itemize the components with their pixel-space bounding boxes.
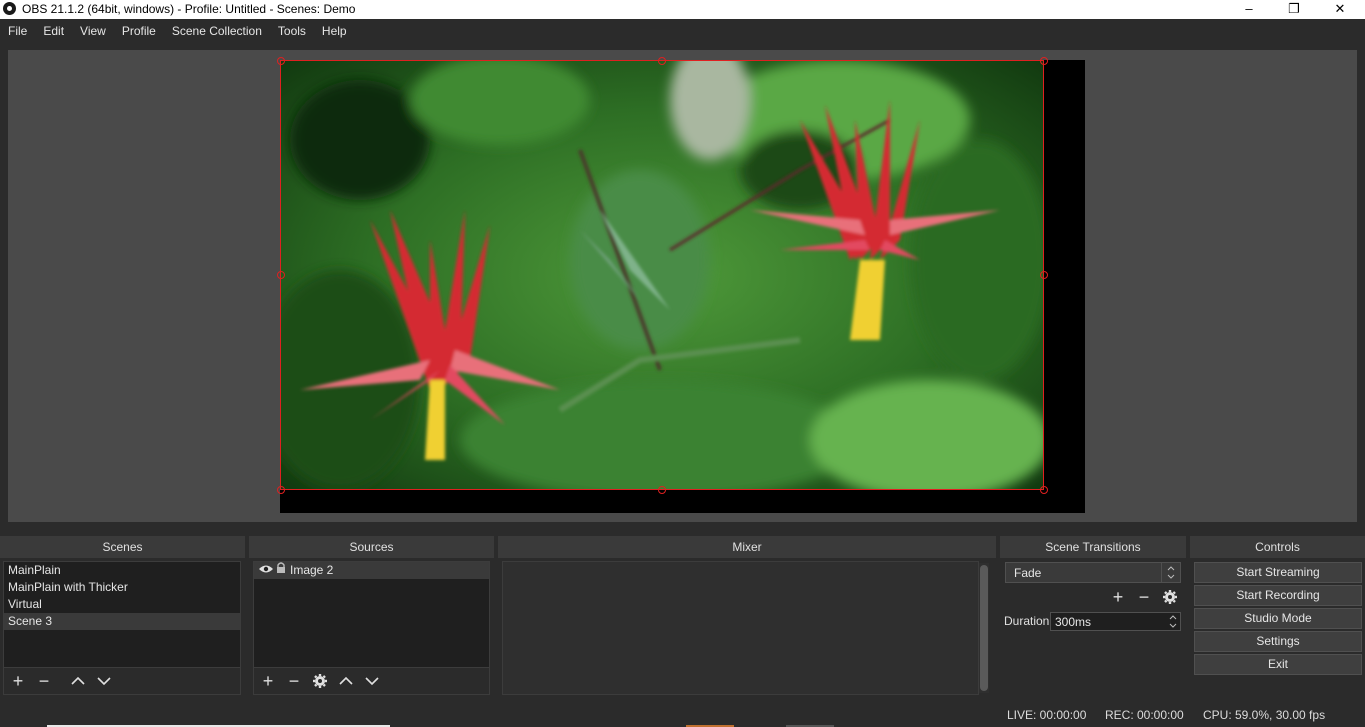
source-item-label: Image 2: [290, 563, 334, 577]
mixer-panel[interactable]: [502, 561, 979, 695]
spinner-arrows-icon[interactable]: [1166, 613, 1180, 630]
resize-handle-bottom[interactable]: [658, 486, 666, 494]
menu-view[interactable]: View: [72, 19, 114, 43]
scene-item-selected[interactable]: Scene 3: [4, 613, 240, 630]
scenes-toolbar-frame: [3, 666, 241, 695]
transition-select-value: Fade: [1014, 566, 1042, 580]
rec-status: REC: 00:00:00: [1105, 708, 1184, 722]
spinner-arrows-icon[interactable]: [1161, 563, 1180, 582]
resize-handle-top[interactable]: [658, 57, 666, 65]
resize-handle-bottom-left[interactable]: [277, 486, 285, 494]
eye-icon[interactable]: [258, 562, 276, 579]
lock-icon[interactable]: [276, 562, 290, 579]
status-bar: LIVE: 00:00:00 REC: 00:00:00 CPU: 59.0%,…: [0, 702, 1365, 727]
settings-button[interactable]: Settings: [1194, 631, 1362, 652]
mixer-scrollbar-thumb[interactable]: [980, 565, 988, 691]
menu-file[interactable]: File: [0, 19, 35, 43]
live-status: LIVE: 00:00:00: [1007, 708, 1087, 722]
mixer-scrollbar[interactable]: [979, 563, 989, 693]
menu-edit[interactable]: Edit: [35, 19, 72, 43]
controls-dock-title[interactable]: Controls: [1190, 536, 1365, 558]
resize-handle-left[interactable]: [277, 271, 285, 279]
duration-label: Duration: [1004, 614, 1050, 628]
maximize-button[interactable]: ❐: [1271, 0, 1317, 19]
sources-list[interactable]: Image 2: [253, 561, 490, 668]
scenes-list[interactable]: MainPlain MainPlain with Thicker Virtual…: [3, 561, 241, 668]
resize-handle-top-right[interactable]: [1040, 57, 1048, 65]
scene-item[interactable]: Virtual: [4, 596, 240, 613]
menu-tools[interactable]: Tools: [270, 19, 314, 43]
title-bar: OBS 21.1.2 (64bit, windows) - Profile: U…: [0, 0, 1365, 19]
minus-icon[interactable]: −: [1131, 584, 1157, 610]
duration-field[interactable]: 300ms: [1050, 612, 1181, 631]
gear-icon[interactable]: [1157, 584, 1183, 610]
cpu-status: CPU: 59.0%, 30.00 fps: [1203, 708, 1326, 722]
transitions-toolbar: + −: [1105, 584, 1183, 610]
scenes-dock-title[interactable]: Scenes: [0, 536, 245, 558]
duration-value: 300ms: [1055, 615, 1092, 629]
menu-profile[interactable]: Profile: [114, 19, 164, 43]
studio-mode-button[interactable]: Studio Mode: [1194, 608, 1362, 629]
sources-toolbar-frame: [253, 666, 490, 695]
scene-item[interactable]: MainPlain with Thicker: [4, 579, 240, 596]
plus-icon[interactable]: +: [1105, 584, 1131, 610]
resize-handle-bottom-right[interactable]: [1040, 486, 1048, 494]
menu-help[interactable]: Help: [314, 19, 355, 43]
window-title: OBS 21.1.2 (64bit, windows) - Profile: U…: [22, 2, 356, 16]
scene-item[interactable]: MainPlain: [4, 562, 240, 579]
resize-handle-right[interactable]: [1040, 271, 1048, 279]
mixer-dock-title[interactable]: Mixer: [498, 536, 996, 558]
start-streaming-button[interactable]: Start Streaming: [1194, 562, 1362, 583]
source-selection-box[interactable]: [280, 60, 1044, 490]
close-button[interactable]: ✕: [1317, 0, 1363, 19]
resize-handle-top-left[interactable]: [277, 57, 285, 65]
sources-dock-title[interactable]: Sources: [249, 536, 494, 558]
obs-logo-icon: [3, 2, 16, 15]
menu-bar: File Edit View Profile Scene Collection …: [0, 19, 1365, 43]
minimize-button[interactable]: –: [1226, 0, 1272, 19]
start-recording-button[interactable]: Start Recording: [1194, 585, 1362, 606]
transitions-dock-title[interactable]: Scene Transitions: [1000, 536, 1186, 558]
menu-scene-collection[interactable]: Scene Collection: [164, 19, 270, 43]
source-item[interactable]: Image 2: [254, 562, 489, 579]
exit-button[interactable]: Exit: [1194, 654, 1362, 675]
transition-select[interactable]: Fade: [1005, 562, 1181, 583]
